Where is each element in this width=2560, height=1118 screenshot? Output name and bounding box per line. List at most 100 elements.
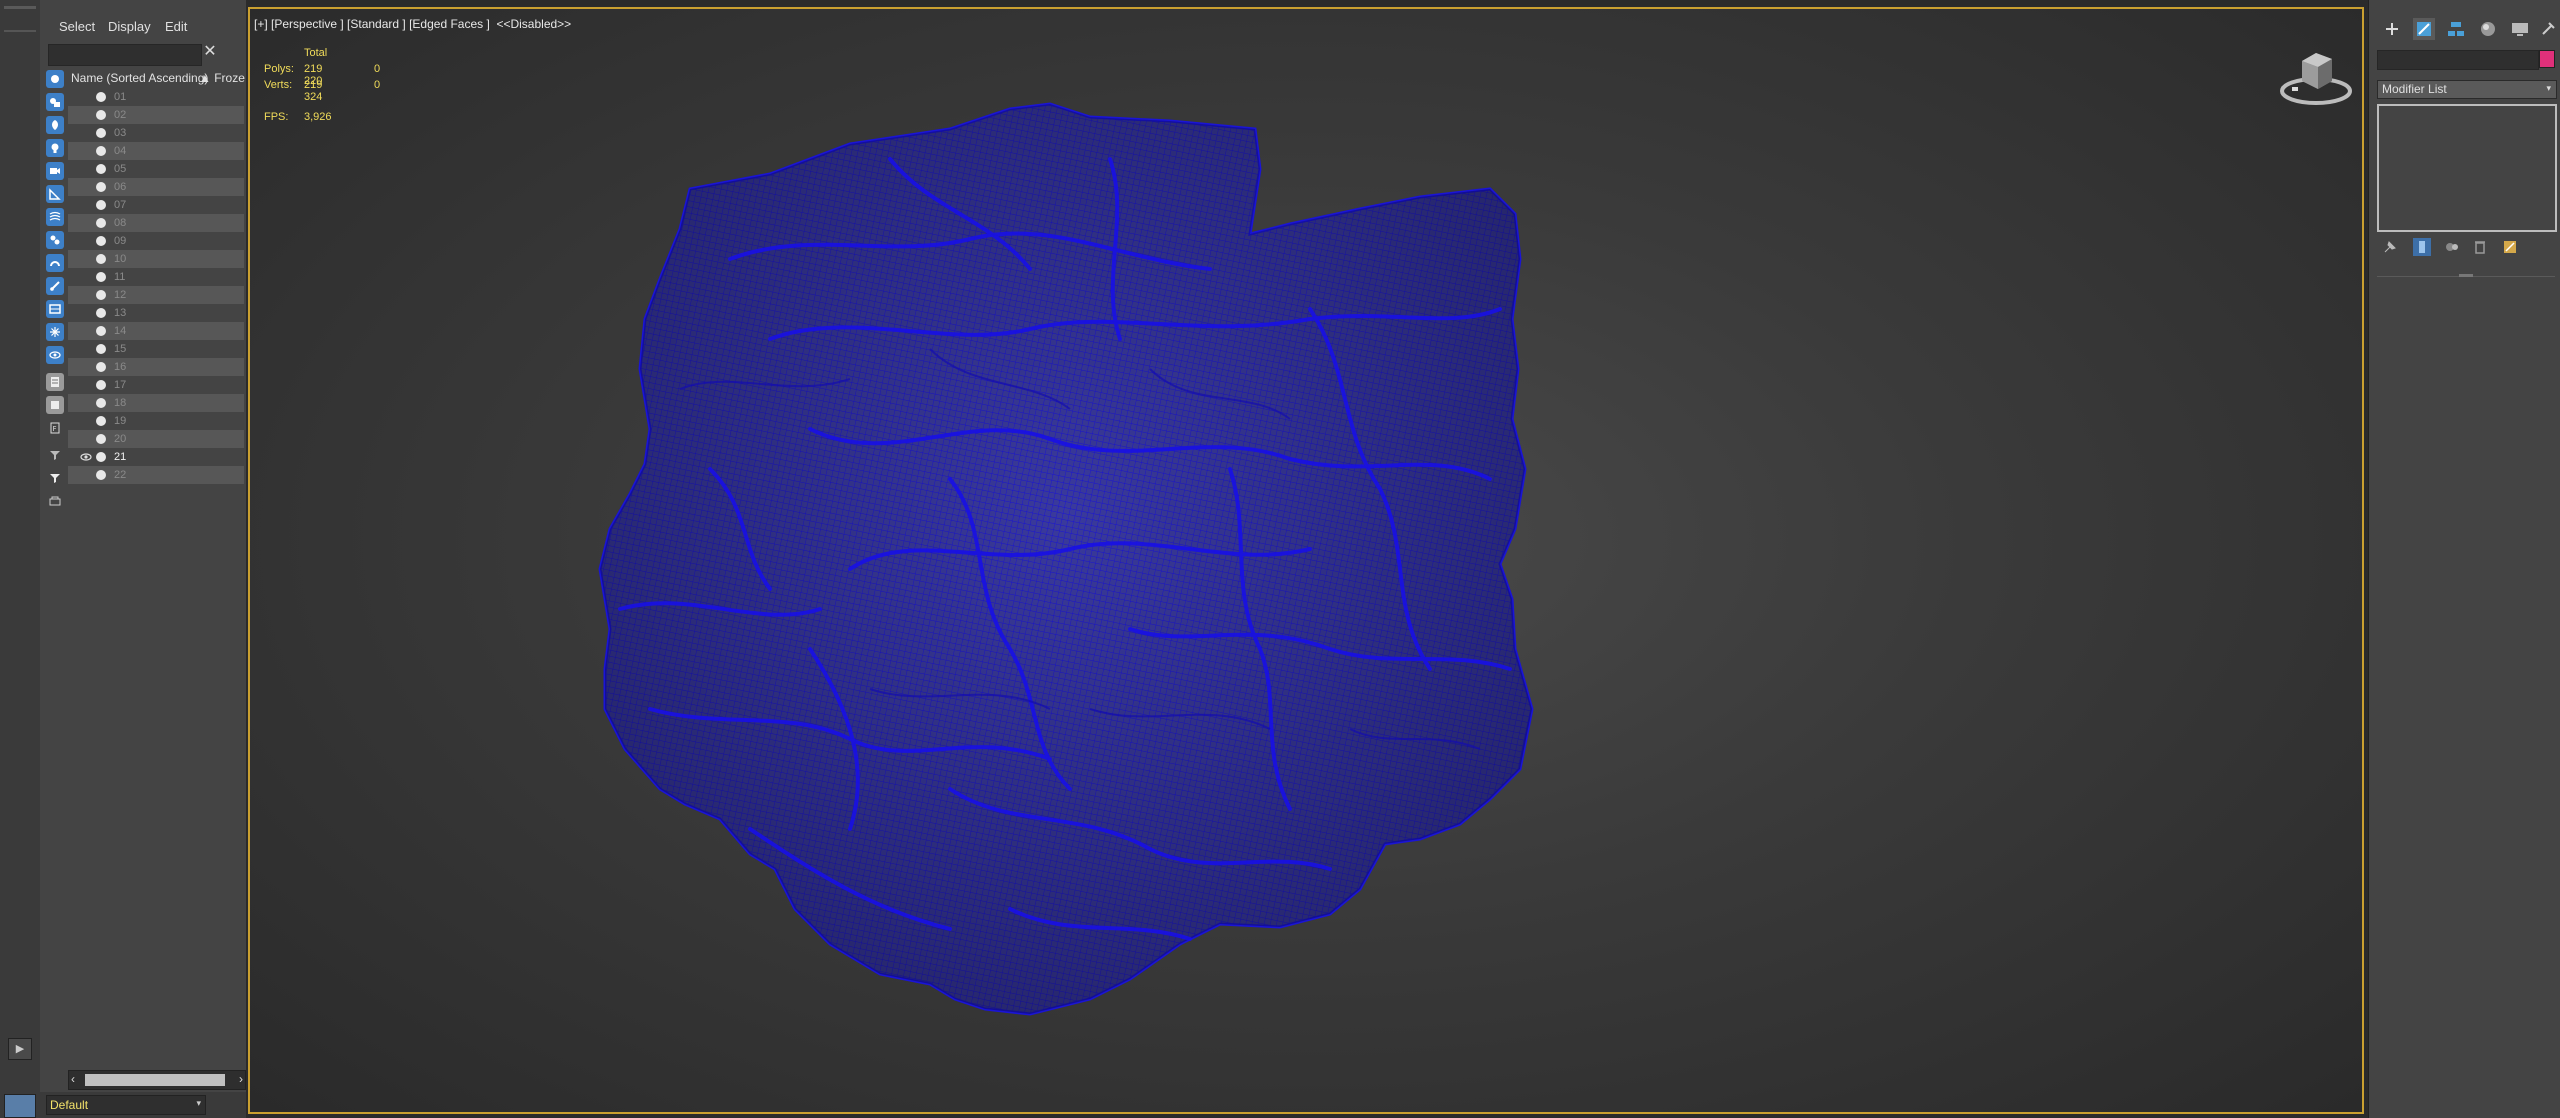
visible-eye-icon[interactable] <box>80 451 92 463</box>
scene-object-row[interactable]: 01 <box>68 88 244 106</box>
scene-object-row[interactable]: 05 <box>68 160 244 178</box>
scrollbar-thumb[interactable] <box>85 1074 225 1086</box>
display-shapes-icon[interactable] <box>46 116 64 134</box>
scene-object-row[interactable]: 13 <box>68 304 244 322</box>
scene-object-row[interactable]: 12 <box>68 286 244 304</box>
show-end-result-icon[interactable] <box>2413 238 2431 256</box>
hierarchy-tab-icon[interactable] <box>2445 18 2467 40</box>
display-helpers-icon[interactable] <box>46 185 64 203</box>
display-tab-icon[interactable] <box>2509 18 2531 40</box>
modifier-stack-list[interactable] <box>2377 104 2557 232</box>
menu-display[interactable]: Display <box>108 16 151 38</box>
column-header-frozen[interactable]: ▲ Froze <box>199 71 245 85</box>
hidden-eye-icon[interactable] <box>80 199 92 211</box>
column-header-name[interactable]: Name (Sorted Ascending) <box>71 71 208 85</box>
display-geometry-icon[interactable] <box>46 93 64 111</box>
scene-object-row[interactable]: 02 <box>68 106 244 124</box>
hidden-eye-icon[interactable] <box>80 469 92 481</box>
hidden-eye-icon[interactable] <box>80 361 92 373</box>
hidden-eye-icon[interactable] <box>80 307 92 319</box>
scene-object-row[interactable]: 18 <box>68 394 244 412</box>
modify-tab-icon[interactable] <box>2413 18 2435 40</box>
display-hidden-icon[interactable] <box>46 346 64 364</box>
modifier-list-dropdown[interactable]: Modifier List ▾ <box>2377 80 2557 99</box>
hidden-eye-icon[interactable] <box>80 217 92 229</box>
display-bones-icon[interactable] <box>46 277 64 295</box>
wireframe-mesh[interactable] <box>250 9 2362 1112</box>
filter-active-icon[interactable] <box>46 469 64 487</box>
hidden-eye-icon[interactable] <box>80 433 92 445</box>
make-unique-icon[interactable] <box>2443 238 2461 256</box>
scene-object-row[interactable]: 10 <box>68 250 244 268</box>
object-color-swatch[interactable] <box>2539 50 2555 68</box>
layer-explorer-icon[interactable] <box>4 1094 36 1118</box>
hidden-eye-icon[interactable] <box>80 109 92 121</box>
hidden-eye-icon[interactable] <box>80 163 92 175</box>
perspective-viewport[interactable]: [+] [Perspective ] [Standard ] [Edged Fa… <box>248 7 2364 1114</box>
rollout-handle[interactable] <box>2459 274 2473 277</box>
clear-search-icon[interactable]: ✕ <box>200 42 220 62</box>
scene-object-row[interactable]: 15 <box>68 340 244 358</box>
motion-tab-icon[interactable] <box>2477 18 2499 40</box>
scene-object-row[interactable]: 08 <box>68 214 244 232</box>
hidden-eye-icon[interactable] <box>80 379 92 391</box>
object-name-field[interactable] <box>2377 50 2539 70</box>
hidden-eye-icon[interactable] <box>80 145 92 157</box>
hidden-eye-icon[interactable] <box>80 325 92 337</box>
sync-selection-icon[interactable] <box>46 492 64 510</box>
hidden-eye-icon[interactable] <box>80 91 92 103</box>
hidden-eye-icon[interactable] <box>80 253 92 265</box>
display-groups-icon[interactable] <box>46 231 64 249</box>
hidden-eye-icon[interactable] <box>80 271 92 283</box>
display-containers-icon[interactable] <box>46 300 64 318</box>
hidden-eye-icon[interactable] <box>80 343 92 355</box>
display-all-icon[interactable] <box>46 70 64 88</box>
current-layer-dropdown[interactable]: Default ▾ <box>46 1095 206 1115</box>
display-spacewarps-icon[interactable] <box>46 208 64 226</box>
scene-object-row[interactable]: 19 <box>68 412 244 430</box>
scene-object-row[interactable]: 07 <box>68 196 244 214</box>
menu-select[interactable]: Select <box>59 16 95 38</box>
scene-object-row[interactable]: 16 <box>68 358 244 376</box>
display-xrefs-icon[interactable] <box>46 254 64 272</box>
display-dependents-icon[interactable]: F <box>46 419 64 437</box>
hidden-eye-icon[interactable] <box>80 397 92 409</box>
configure-modifier-sets-icon[interactable] <box>2501 238 2519 256</box>
filter-funnel-icon[interactable] <box>46 446 64 464</box>
scene-object-row[interactable]: 20 <box>68 430 244 448</box>
display-cameras-icon[interactable] <box>46 162 64 180</box>
scene-object-row[interactable]: 09 <box>68 232 244 250</box>
explorer-horizontal-scrollbar[interactable]: ‹ › <box>68 1070 246 1090</box>
menu-edit[interactable]: Edit <box>165 16 187 38</box>
hidden-eye-icon[interactable] <box>80 127 92 139</box>
scene-object-row[interactable]: 14 <box>68 322 244 340</box>
remove-modifier-icon[interactable] <box>2471 238 2489 256</box>
viewcube-icon[interactable] <box>2274 41 2358 111</box>
expand-arrow-button[interactable]: ▶ <box>8 1038 32 1060</box>
pin-stack-icon[interactable] <box>2381 238 2399 256</box>
viewport-label-menu[interactable]: [+] [Perspective ] [Standard ] [Edged Fa… <box>254 17 571 31</box>
scene-object-row[interactable]: 22 <box>68 466 244 484</box>
display-lights-icon[interactable] <box>46 139 64 157</box>
scene-object-row[interactable]: 03 <box>68 124 244 142</box>
hidden-eye-icon[interactable] <box>80 181 92 193</box>
explorer-menu-bar: Select Display Edit <box>40 16 246 38</box>
rock-mesh-object[interactable] <box>598 102 1534 1016</box>
scene-object-row[interactable]: 17 <box>68 376 244 394</box>
display-children-icon[interactable] <box>46 373 64 391</box>
toolbar-grip[interactable] <box>4 6 36 9</box>
utilities-tab-icon[interactable] <box>2537 18 2559 40</box>
hidden-eye-icon[interactable] <box>80 289 92 301</box>
scroll-left-icon[interactable]: ‹ <box>71 1072 75 1086</box>
hidden-eye-icon[interactable] <box>80 235 92 247</box>
scene-object-row[interactable]: 21 <box>68 448 244 466</box>
create-tab-icon[interactable] <box>2381 18 2403 40</box>
hidden-eye-icon[interactable] <box>80 415 92 427</box>
scene-object-row[interactable]: 06 <box>68 178 244 196</box>
scene-object-row[interactable]: 04 <box>68 142 244 160</box>
display-frozen-icon[interactable] <box>46 323 64 341</box>
scroll-right-icon[interactable]: › <box>239 1072 243 1086</box>
display-influences-icon[interactable] <box>46 396 64 414</box>
scene-object-row[interactable]: 11 <box>68 268 244 286</box>
explorer-search-input[interactable] <box>48 44 202 66</box>
